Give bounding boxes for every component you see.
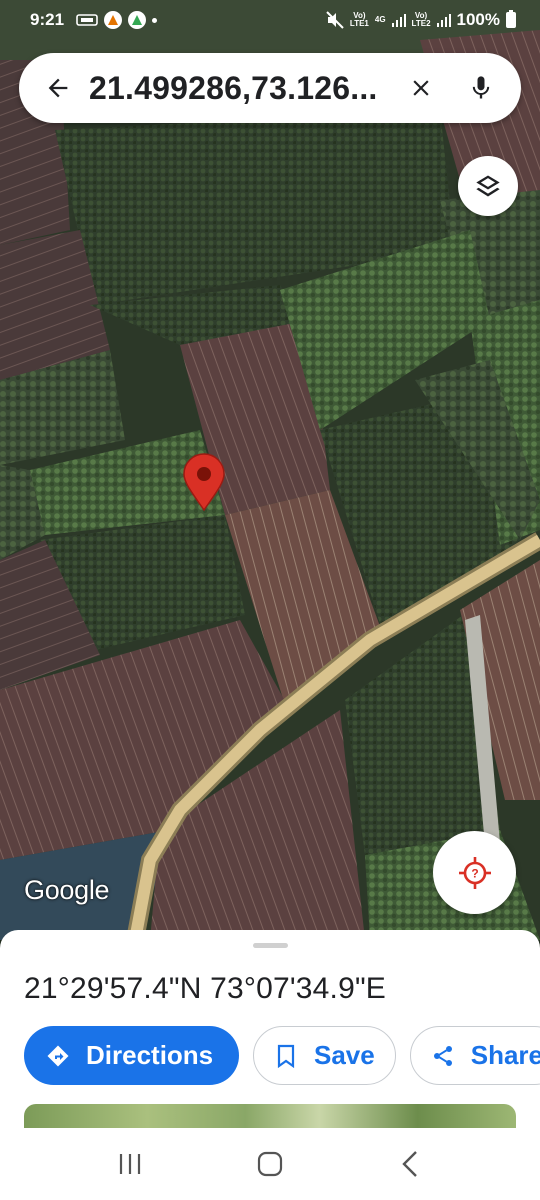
layers-icon <box>476 175 500 197</box>
svg-text:?: ? <box>471 866 478 880</box>
sheet-drag-handle[interactable] <box>253 943 288 948</box>
battery-icon <box>506 10 516 28</box>
home-icon <box>257 1151 283 1177</box>
directions-button[interactable]: Directions <box>24 1026 239 1085</box>
place-actions: Directions Save Share <box>24 1026 540 1085</box>
place-bottom-sheet[interactable]: 21°29'57.4"N 73°07'34.9"E Directions Sav… <box>0 930 540 1130</box>
save-button[interactable]: Save <box>253 1026 396 1085</box>
my-location-button[interactable]: ? <box>433 831 516 914</box>
app-notification-icon-2 <box>128 11 147 29</box>
recent-apps-button[interactable] <box>100 1139 160 1189</box>
system-navigation-bar <box>0 1128 540 1200</box>
close-icon <box>413 80 429 96</box>
directions-icon <box>44 1042 72 1070</box>
back-button[interactable] <box>43 73 73 103</box>
status-bar: 9:21 Vo) LTE1 4G Vo) LTE2 100% <box>0 0 540 40</box>
sim2-network: Vo) LTE2 <box>411 11 431 28</box>
signal-2-icon <box>436 14 451 27</box>
search-query[interactable]: 21.499286,73.126... <box>89 70 393 107</box>
arrow-left-icon <box>48 78 68 98</box>
recent-apps-icon <box>119 1154 141 1174</box>
notification-icons <box>76 11 158 29</box>
more-notifications-dot <box>152 17 158 23</box>
sim1-network: Vo) LTE1 <box>349 11 369 28</box>
mic-icon <box>472 76 490 99</box>
share-icon <box>429 1042 457 1070</box>
clear-search-button[interactable] <box>401 68 441 108</box>
share-button[interactable]: Share <box>409 1026 540 1085</box>
save-label: Save <box>314 1040 375 1070</box>
bookmark-icon <box>272 1042 300 1070</box>
place-photo-thumbnail[interactable] <box>24 1104 516 1130</box>
chevron-left-icon <box>402 1151 417 1177</box>
map-layers-button[interactable] <box>458 156 518 216</box>
sim-icon <box>76 14 98 26</box>
search-bar[interactable]: 21.499286,73.126... <box>19 53 521 123</box>
voice-search-button[interactable] <box>461 68 501 108</box>
app-notification-icon <box>104 11 123 29</box>
home-button[interactable] <box>240 1139 300 1189</box>
share-label: Share <box>470 1040 540 1070</box>
mute-icon <box>326 11 344 29</box>
place-coordinates: 21°29'57.4"N 73°07'34.9"E <box>24 972 387 1005</box>
back-nav-button[interactable] <box>380 1139 440 1189</box>
satellite-map[interactable] <box>0 0 540 940</box>
status-time: 9:21 <box>30 10 65 29</box>
signal-1-icon <box>391 14 406 27</box>
sim1-data-type: 4G <box>374 15 386 24</box>
directions-label: Directions <box>86 1040 214 1070</box>
battery-percent: 100% <box>456 10 500 29</box>
google-attribution: Google <box>24 875 110 905</box>
my-location-icon: ? <box>458 856 491 889</box>
